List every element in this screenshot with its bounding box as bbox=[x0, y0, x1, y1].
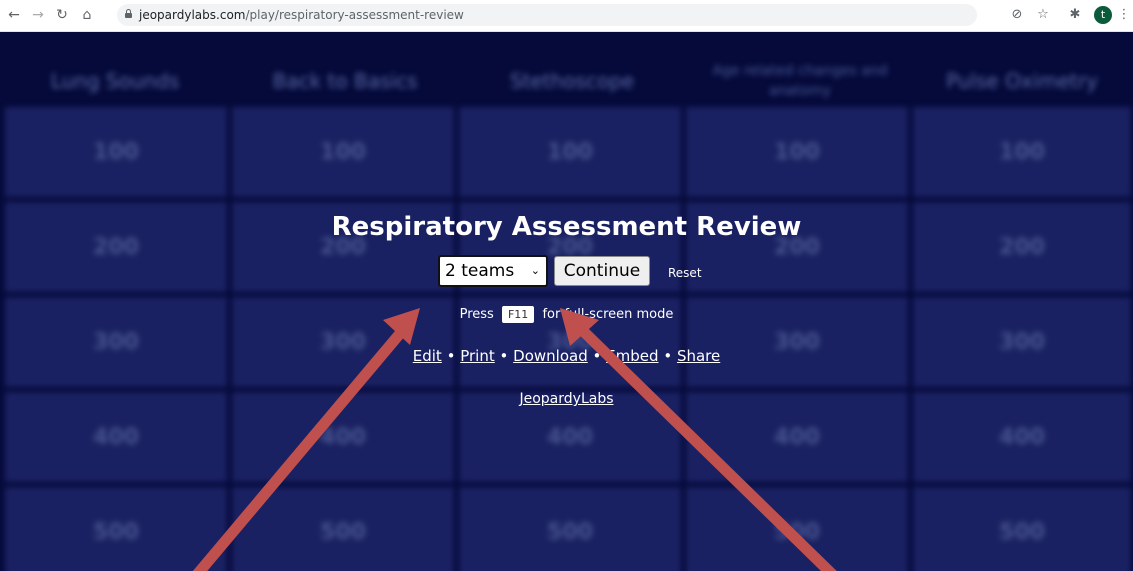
eye-off-icon[interactable]: ⊘ bbox=[1008, 6, 1026, 24]
address-bar[interactable]: jeopardylabs.com/play/respiratory-assess… bbox=[117, 4, 977, 26]
puzzle-extension-icon[interactable]: ✱ bbox=[1066, 6, 1084, 24]
annotation-arrows bbox=[192, 308, 837, 571]
start-overlay: Respiratory Assessment Review 2 teams ⌄ … bbox=[0, 32, 1133, 571]
back-arrow-icon[interactable]: ← bbox=[4, 5, 24, 25]
url-text: jeopardylabs.com/play/respiratory-assess… bbox=[139, 8, 464, 22]
game-page: Lung Sounds Back to Basics Stethoscope A… bbox=[0, 32, 1133, 571]
reload-icon[interactable]: ↻ bbox=[52, 5, 72, 25]
lock-icon bbox=[125, 9, 132, 18]
profile-avatar[interactable]: t bbox=[1094, 6, 1112, 24]
star-icon[interactable]: ☆ bbox=[1034, 6, 1052, 24]
browser-toolbar: ← → ↻ ⌂ jeopardylabs.com/play/respirator… bbox=[0, 0, 1133, 32]
forward-arrow-icon[interactable]: → bbox=[28, 5, 48, 25]
home-icon[interactable]: ⌂ bbox=[77, 5, 97, 25]
kebab-menu-icon[interactable]: ⋮ bbox=[1115, 6, 1133, 24]
arrow-to-team-select bbox=[192, 308, 420, 571]
arrow-to-continue bbox=[560, 308, 837, 571]
